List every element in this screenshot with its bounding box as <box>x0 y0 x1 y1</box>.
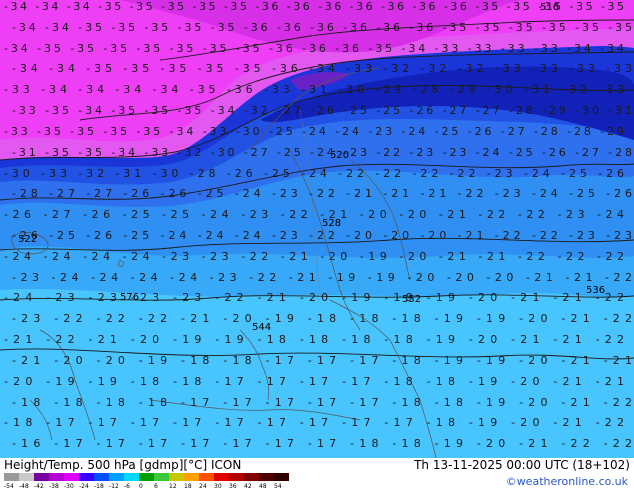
watermark-link[interactable]: ©weatheronline.co.uk <box>506 475 628 488</box>
legend-tick: 36 <box>229 483 237 490</box>
legend-tick: 48 <box>259 483 267 490</box>
legend-swatch <box>49 473 64 481</box>
valid-time: Th 13-11-2025 00:00 UTC (18+102) <box>414 458 630 472</box>
temperature-field: 576 552 544 536 528 522 520 516 -34 -34 … <box>0 0 634 458</box>
temperature-row: -23 -24 -24 -24 -24 -23 -22 -21 -19 -19 … <box>12 271 632 284</box>
footer: Height/Temp. 500 hPa [gdmp][°C] ICON Th … <box>0 458 634 490</box>
legend-swatch <box>124 473 139 481</box>
legend-swatch <box>154 473 169 481</box>
legend-swatch <box>229 473 244 481</box>
legend-swatch <box>169 473 184 481</box>
legend-swatch <box>214 473 229 481</box>
temperature-row: -26 -27 -26 -25 -25 -24 -23 -22 -21 -20 … <box>4 208 624 221</box>
legend-swatch <box>4 473 19 481</box>
legend-tick: -6 <box>124 483 130 490</box>
legend-swatch <box>274 473 289 481</box>
temperature-row: -33 -35 -35 -35 -35 -34 -33 -30 -25 -24 … <box>4 125 624 138</box>
legend-tick: -30 <box>64 483 74 490</box>
legend-swatch <box>199 473 214 481</box>
legend-tick: 6 <box>154 483 158 490</box>
legend-swatch <box>64 473 79 481</box>
temperature-row: -33 -34 -34 -34 -34 -35 -36 -33 -31 -30 … <box>4 83 624 96</box>
legend-swatch <box>79 473 94 481</box>
color-legend: -54 -48 -42 -38 -30 -24 -18 -12 -6 0 6 12 18 24 30 36 42… <box>4 473 289 490</box>
temperature-row: -31 -35 -35 -34 -33 -32 -30 -27 -25 -24 … <box>12 146 632 159</box>
legend-tick: 24 <box>199 483 207 490</box>
temperature-row: -28 -27 -27 -26 -26 -25 -24 -23 -22 -21 … <box>12 187 632 200</box>
legend-tick: -24 <box>79 483 89 490</box>
chart-title: Height/Temp. 500 hPa [gdmp][°C] ICON <box>4 458 242 472</box>
weather-map: 576 552 544 536 528 522 520 516 -34 -34 … <box>0 0 634 458</box>
legend-swatch <box>184 473 199 481</box>
legend-swatch <box>109 473 124 481</box>
legend-tick: -38 <box>49 483 59 490</box>
temperature-row: -34 -34 -35 -35 -35 -35 -35 -36 -34 -33 … <box>12 62 632 75</box>
temperature-row: -33 -35 -34 -35 -35 -35 -34 -32 -27 -26 … <box>12 104 632 117</box>
legend-swatch <box>259 473 274 481</box>
temperature-row: -34 -35 -35 -35 -35 -35 -35 -35 -36 -36 … <box>4 42 624 55</box>
legend-swatch <box>19 473 34 481</box>
legend-tick: 12 <box>169 483 177 490</box>
temperature-row: -24 -24 -24 -24 -23 -23 -22 -21 -20 -19 … <box>4 250 624 263</box>
legend-tick: -42 <box>34 483 44 490</box>
legend-swatch <box>94 473 109 481</box>
legend-tick: 30 <box>214 483 222 490</box>
legend-tick: -48 <box>19 483 29 490</box>
temperature-row: -26 -25 -26 -25 -24 -24 -24 -23 -22 -20 … <box>12 229 632 242</box>
legend-tick: 42 <box>244 483 252 490</box>
legend-tick: 0 <box>139 483 143 490</box>
legend-tick: -12 <box>109 483 119 490</box>
legend-tick: 18 <box>184 483 192 490</box>
legend-swatch <box>139 473 154 481</box>
legend-swatch <box>244 473 259 481</box>
temperature-row: -34 -34 -35 -35 -35 -35 -35 -36 -36 -36 … <box>12 21 632 34</box>
legend-swatch <box>34 473 49 481</box>
legend-tick: -18 <box>94 483 104 490</box>
temperature-row: -30 -33 -32 -31 -30 -28 -26 -25 -24 -22 … <box>4 167 624 180</box>
legend-tick: -54 <box>4 483 14 490</box>
legend-tick: 54 <box>274 483 282 490</box>
